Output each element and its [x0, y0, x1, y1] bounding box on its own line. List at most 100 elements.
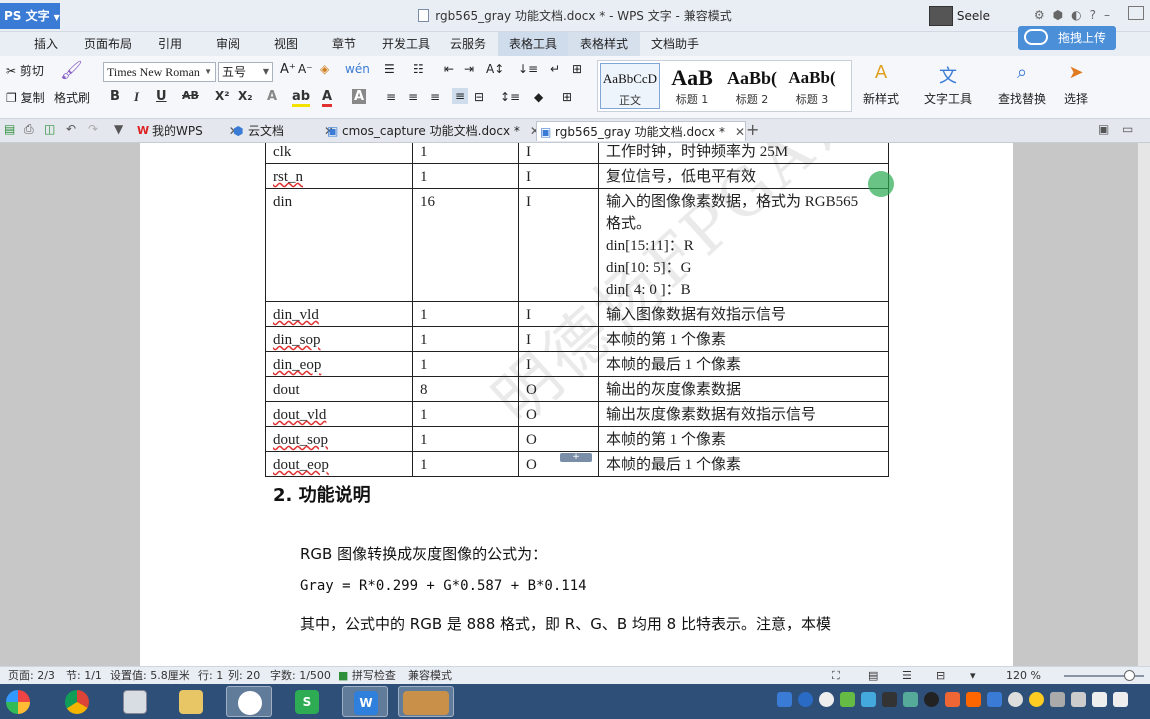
table-row[interactable]: dout_sop 1 O 本帧的第 1 个像素 [265, 426, 889, 452]
close-icon[interactable]: ✕ [735, 125, 745, 139]
signal-name-cell[interactable]: dout [265, 376, 413, 402]
new-style-button[interactable]: A 新样式 [858, 62, 904, 107]
bit-width-cell[interactable]: 1 [412, 451, 519, 477]
read-mode-icon[interactable]: ▾ [970, 668, 976, 684]
description-cell[interactable]: 输出灰度像素数据有效指示信号 [598, 401, 889, 427]
outline-view-icon[interactable]: ☰ [902, 668, 912, 684]
shrink-font-icon[interactable]: A⁻ [298, 62, 313, 76]
table-row[interactable]: din_eop 1 I 本帧的最后 1 个像素 [265, 351, 889, 377]
help-icon[interactable]: ? [1090, 8, 1096, 22]
italic-icon[interactable]: I [134, 89, 139, 105]
tray-red-icon[interactable] [945, 692, 960, 707]
borders-icon[interactable]: ⊞ [562, 90, 572, 104]
show-marks-icon[interactable]: ↵ [550, 62, 560, 76]
find-replace-button[interactable]: ⌕ 查找替换 [994, 62, 1050, 107]
avatar[interactable] [928, 6, 953, 26]
start-button[interactable] [0, 686, 46, 717]
taskbar-calculator[interactable] [112, 686, 158, 717]
number-list-icon[interactable]: ☷ [413, 62, 424, 76]
strikethrough-icon[interactable]: AB [182, 89, 199, 102]
minimize-icon[interactable]: – [1104, 8, 1110, 22]
table-row[interactable]: dout 8 O 输出的灰度像素数据 [265, 376, 889, 402]
tab-references[interactable]: 引用 [150, 32, 190, 56]
bit-width-cell[interactable]: 1 [412, 426, 519, 452]
format-painter-icon[interactable]: 🖌 [60, 60, 83, 81]
bit-width-cell[interactable]: 1 [412, 301, 519, 327]
tray-penguin-icon[interactable] [924, 692, 939, 707]
shading-icon[interactable]: ◆ [534, 90, 543, 104]
tab-insert[interactable]: 插入 [26, 32, 66, 56]
direction-cell[interactable]: I [518, 163, 599, 189]
description-cell[interactable]: 输入的图像像素数据，格式为 RGB565 格式。 din[15:11]：R din[1… [598, 188, 889, 302]
taskbar-baidu-cloud[interactable] [226, 686, 272, 717]
direction-cell[interactable]: I [518, 351, 599, 377]
tray-battery-icon[interactable] [1071, 692, 1086, 707]
tab-cmos-capture[interactable]: ▣ cmos_capture 功能文档.docx * ✕ [324, 121, 540, 141]
tray-misc-icon[interactable] [1008, 692, 1023, 707]
signal-name-cell[interactable]: clk [265, 143, 413, 164]
bit-width-cell[interactable]: 8 [412, 376, 519, 402]
cut-button[interactable]: ✂ 剪切 [6, 62, 44, 79]
font-size-select[interactable]: 五号 ▼ [218, 62, 273, 82]
tab-developer[interactable]: 开发工具 [376, 32, 436, 56]
increase-indent-icon[interactable]: ⇥ [464, 62, 474, 76]
superscript-icon[interactable]: X² [215, 89, 230, 103]
tab-table-style[interactable]: 表格样式 [568, 32, 640, 56]
taskbar-video-app[interactable] [398, 686, 454, 717]
tray-app-icon[interactable] [819, 692, 834, 707]
tab-view[interactable]: 视图 [266, 32, 306, 56]
tab-list-icon[interactable]: ▣ [1098, 122, 1109, 136]
status-page[interactable]: 页面: 2/3 [8, 668, 55, 684]
tab-table-tools[interactable]: 表格工具 [498, 32, 568, 56]
settings-icon[interactable]: ⬢ [1053, 8, 1063, 22]
tray-orange-icon[interactable] [966, 692, 981, 707]
style-heading-1[interactable]: AaB 标题 1 [662, 63, 722, 109]
bullet-list-icon[interactable]: ☰ [384, 62, 395, 76]
taskbar-wps-writer[interactable]: W [342, 686, 388, 717]
taskbar-explorer[interactable] [168, 686, 214, 717]
tray-qq-icon[interactable] [777, 692, 792, 707]
preview-icon[interactable]: ◫ [44, 122, 55, 136]
skin-icon[interactable]: ⚙ [1034, 8, 1045, 22]
underline-icon[interactable]: U [156, 89, 167, 104]
tray-network-icon[interactable] [903, 692, 918, 707]
description-cell[interactable]: 本帧的最后 1 个像素 [598, 451, 889, 477]
tray-nvidia-icon[interactable] [882, 692, 897, 707]
pinyin-icon[interactable]: wén [345, 62, 370, 76]
table-row[interactable]: dout_vld 1 O 输出灰度像素数据有效指示信号 [265, 401, 889, 427]
format-painter-button[interactable]: 格式刷 [54, 89, 90, 106]
signal-name-cell[interactable]: din [265, 188, 413, 302]
description-cell[interactable]: 本帧的第 1 个像素 [598, 326, 889, 352]
bold-icon[interactable]: B [110, 89, 120, 104]
bit-width-cell[interactable]: 1 [412, 143, 519, 164]
signal-name-cell[interactable]: din_sop [265, 326, 413, 352]
signal-name-cell[interactable]: dout_vld [265, 401, 413, 427]
description-cell[interactable]: 复位信号，低电平有效 [598, 163, 889, 189]
style-heading-3[interactable]: AaBb(标题 3 [782, 63, 842, 109]
char-scale-icon[interactable]: A↕ [486, 62, 504, 76]
document-page[interactable]: 明德扬FPGA课程 clk 1 I 工作时钟，时钟频率为 25M rst_n 1 I 复位信号… [140, 143, 1013, 666]
char-shading-icon[interactable]: A [352, 89, 367, 104]
table-row[interactable]: din_vld 1 I 输入图像数据有效指示信号 [265, 301, 889, 327]
new-tab-icon[interactable]: + [746, 120, 759, 139]
tab-cloud[interactable]: 云服务 [444, 32, 492, 56]
copy-button[interactable]: ❐ 复制 [6, 89, 45, 106]
tray-input-icon[interactable] [987, 692, 1002, 707]
bit-width-cell[interactable]: 1 [412, 163, 519, 189]
add-row-icon[interactable]: + [560, 453, 592, 462]
signal-name-cell[interactable]: rst_n [265, 163, 413, 189]
page-view-icon[interactable]: ▤ [868, 668, 878, 684]
direction-cell[interactable]: I [518, 301, 599, 327]
tray-help-icon[interactable] [798, 692, 813, 707]
tab-page-layout[interactable]: 页面布局 [78, 32, 138, 56]
font-color-icon[interactable]: A [322, 89, 333, 107]
tab-rgb565-gray[interactable]: ▣ rgb565_gray 功能文档.docx * ✕ [536, 121, 747, 141]
tab-chapter[interactable]: 章节 [324, 32, 364, 56]
minimize-doc-icon[interactable]: ▭ [1122, 122, 1133, 136]
select-button[interactable]: ➤ 选择 [1058, 62, 1094, 107]
tab-doc-assistant[interactable]: 文档助手 [642, 32, 708, 56]
status-words[interactable]: 字数: 1/500 [270, 668, 331, 684]
signal-name-cell[interactable]: din_eop [265, 351, 413, 377]
highlight-icon[interactable]: ab [292, 89, 311, 107]
web-view-icon[interactable]: ⊟ [936, 668, 945, 684]
